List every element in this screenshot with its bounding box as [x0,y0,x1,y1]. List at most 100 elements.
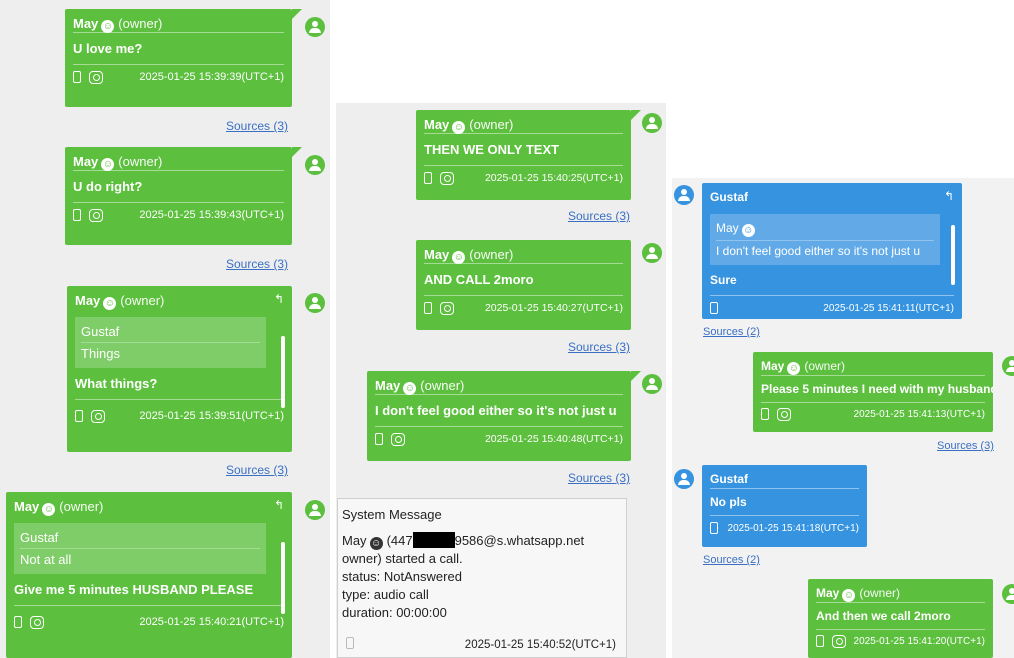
message-bubble[interactable]: Gustaf ↰ May ☺ I don't feel good either s… [702,183,962,319]
emoji-icon: ☺ [403,382,417,395]
sources-link[interactable]: Sources (2) [703,554,760,566]
message-bubble[interactable]: May ☺ (owner) U love me? 2025-01-25 15:39:… [65,9,292,107]
phone-icon [761,408,769,420]
message-bubble[interactable]: May ☺ (owner) THEN WE ONLY TEXT 2025-01-25… [416,110,631,200]
timestamp: 2025-01-25 15:39:51(UTC+1) [139,410,284,422]
message-footer: 2025-01-25 15:40:27(UTC+1) [416,296,631,320]
user-avatar-icon[interactable] [674,185,694,205]
sources-link[interactable]: Sources (3) [937,440,994,452]
message-footer: 2025-01-25 15:39:43(UTC+1) [65,203,292,227]
timestamp: 2025-01-25 15:41:20(UTC+1) [853,635,985,647]
message-bubble[interactable]: May ☺ (owner) ↰ Gustaf Things What things?… [67,286,292,452]
emoji-icon: ☺ [741,224,755,237]
message-bubble[interactable]: May ☺ (owner) ↰ Gustaf Not at all Give me … [6,492,292,658]
reply-arrow-icon[interactable]: ↰ [274,498,284,512]
redaction-block [412,532,455,548]
sources-link[interactable]: Sources (3) [226,257,288,271]
phone-icon [816,635,824,647]
user-avatar-icon[interactable] [305,17,325,37]
message-footer: 2025-01-25 15:39:51(UTC+1) [67,404,292,428]
divider [75,399,284,400]
contacts-icon [89,208,103,222]
phone-icon [375,433,383,445]
phone-icon [710,302,718,314]
sources-link[interactable]: Sources (3) [568,209,630,223]
message-bubble[interactable]: May ☺ (owner) U do right? 2025-01-25 15:39… [65,147,292,245]
message-text: Sure [710,273,737,287]
phone-icon [424,172,432,184]
sources-link[interactable]: Sources (3) [568,471,630,485]
emoji-icon: ☺ [101,158,115,171]
message-text: AND CALL 2moro [424,272,534,287]
contacts-icon [831,634,846,648]
call-type: type: audio call [342,587,429,602]
scrollbar[interactable] [951,225,955,285]
message-text: What things? [75,376,158,391]
call-started-text: owner) started a call. [342,551,463,566]
system-message[interactable]: System Message May ☺ (447 9586@s.whatsapp.n… [337,498,627,658]
quoted-message[interactable]: May ☺ I don't feel good either so it's no… [710,214,940,265]
phone-icon [424,302,432,314]
message-sender: May ☺ (owner) [73,16,163,33]
emoji-icon: ☺ [787,362,801,375]
emoji-icon: ☺ [452,251,466,264]
message-footer: 2025-01-25 15:40:25(UTC+1) [416,166,631,190]
phone-icon [73,209,81,221]
timestamp: 2025-01-25 15:41:18(UTC+1) [727,522,859,534]
message-footer: 2025-01-25 15:41:11(UTC+1) [702,296,962,320]
emoji-icon: ☺ [842,589,856,602]
timestamp: 2025-01-25 15:40:25(UTC+1) [484,172,623,184]
sources-link[interactable]: Sources (3) [226,119,288,133]
message-text: No pls [710,495,747,509]
contacts-icon [91,409,105,423]
quoted-message[interactable]: Gustaf Not at all [14,523,266,574]
user-avatar-icon[interactable] [305,500,325,520]
message-sender: May ☺ (owner) [14,499,104,516]
message-sender: Gustaf [710,190,749,204]
message-sender: May ☺ (owner) [375,378,465,395]
user-avatar-icon[interactable] [674,469,694,489]
contacts-icon [89,70,103,84]
contacts-icon [440,301,454,315]
user-avatar-icon[interactable] [642,374,662,394]
message-footer: 2025-01-25 15:41:18(UTC+1) [702,516,867,540]
message-bubble[interactable]: May ☺ (owner) And then we call 2moro 2025-… [808,579,993,658]
message-bubble[interactable]: May ☺ (owner) I don't feel good either so … [367,371,631,461]
timestamp: 2025-01-25 15:39:39(UTC+1) [139,71,284,83]
timestamp: 2025-01-25 15:39:43(UTC+1) [139,209,284,221]
scrollbar[interactable] [281,336,285,408]
bubble-tail [292,9,302,19]
reply-arrow-icon[interactable]: ↰ [944,189,954,203]
message-bubble[interactable]: May ☺ (owner) AND CALL 2moro 2025-01-25 15… [416,240,631,330]
message-footer: 2025-01-25 15:40:21(UTC+1) [6,610,292,634]
message-sender: May ☺ (owner) [75,293,165,310]
message-sender: May ☺ (owner) [73,154,163,171]
message-text: U love me? [73,41,143,56]
sources-link[interactable]: Sources (3) [226,463,288,477]
user-avatar-icon[interactable] [305,293,325,313]
user-avatar-icon[interactable] [642,243,662,263]
emoji-icon: ☺ [369,537,383,550]
call-status: status: NotAnswered [342,569,462,584]
message-sender: May ☺ (owner) [761,359,846,375]
contacts-icon [440,171,454,185]
contacts-icon [391,432,405,446]
message-bubble[interactable]: Gustaf No pls 2025-01-25 15:41:18(UTC+1) [702,465,867,547]
sources-link[interactable]: Sources (2) [703,326,760,338]
message-text: U do right? [73,179,143,194]
user-avatar-icon[interactable] [642,113,662,133]
message-text: Please 5 minutes I need with my husband [761,382,993,396]
bubble-tail [631,371,641,381]
user-avatar-icon[interactable] [305,155,325,175]
phone-icon [710,522,718,534]
bubble-tail [631,110,641,120]
quoted-message[interactable]: Gustaf Things [75,317,266,368]
divider [14,605,284,606]
message-bubble[interactable]: May ☺ (owner) Please 5 minutes I need with… [753,352,993,432]
reply-arrow-icon[interactable]: ↰ [274,292,284,306]
emoji-icon: ☺ [452,121,466,134]
message-text: I don't feel good either so it's not jus… [375,403,617,418]
message-text: THEN WE ONLY TEXT [424,142,560,157]
scrollbar[interactable] [281,542,285,614]
sources-link[interactable]: Sources (3) [568,340,630,354]
